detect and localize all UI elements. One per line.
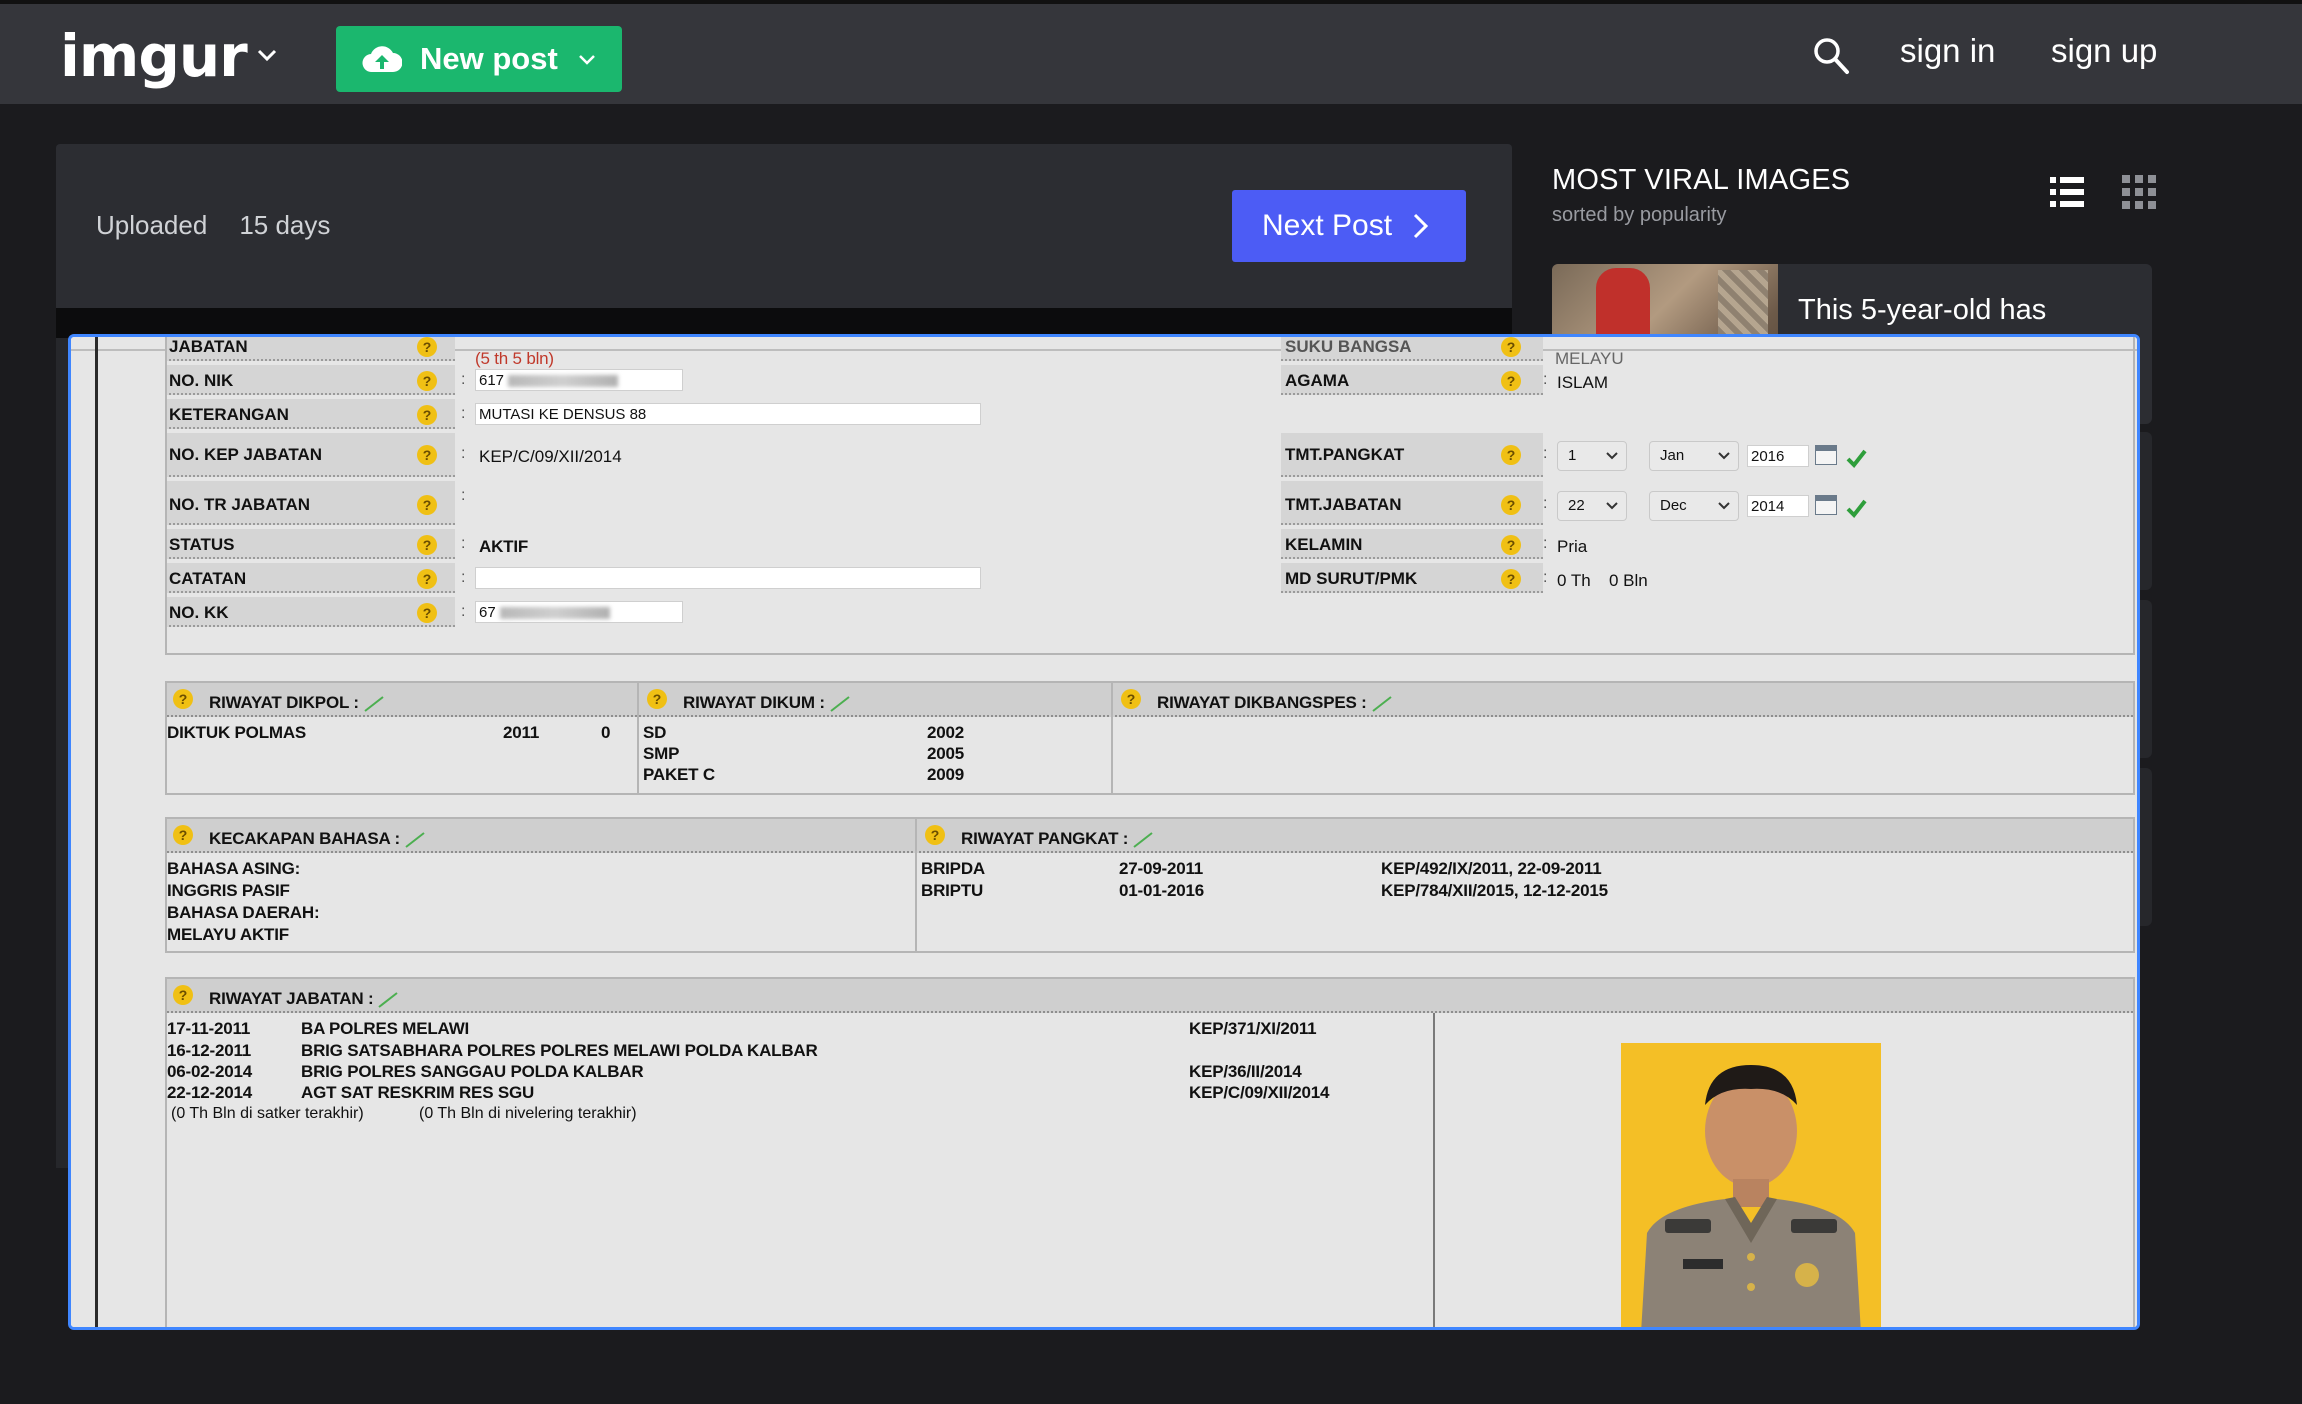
help-icon: ? [1121, 689, 1141, 709]
column-divider [915, 817, 917, 953]
upload-info: Uploaded 15 days [96, 210, 330, 241]
cloud-upload-icon [362, 46, 402, 73]
dikum-year: 2005 [927, 744, 965, 763]
column-divider [1111, 681, 1113, 795]
jabatan-position: BA POLRES MELAWI [301, 1019, 470, 1038]
thumbnail-object [1718, 270, 1768, 334]
grid-view-icon[interactable] [2122, 175, 2156, 209]
section-title: KECAKAPAN BAHASA : [209, 829, 426, 849]
search-icon[interactable] [1812, 36, 1850, 76]
chevron-down-icon[interactable] [576, 48, 598, 70]
pencil-icon[interactable] [363, 695, 385, 712]
pangkat-kep: KEP/784/XII/2015, 12-12-2015 [1381, 881, 1608, 900]
nivelering-note: (0 Th Bln di nivelering terakhir) [419, 1105, 637, 1122]
bahasa-line: BAHASA DAERAH: [167, 903, 320, 922]
pangkat-rank: BRIPDA [921, 859, 985, 878]
list-view-icon[interactable] [2050, 175, 2084, 209]
new-post-button[interactable]: New post [336, 26, 622, 92]
next-post-button[interactable]: Next Post [1232, 190, 1466, 262]
jabatan-date: 16-12-2011 [167, 1041, 252, 1060]
officer-photo [1621, 1043, 1881, 1327]
section-title: RIWAYAT JABATAN : [209, 989, 399, 1009]
section-title: RIWAYAT DIKUM : [683, 693, 851, 713]
uploaded-label: Uploaded [96, 210, 208, 240]
sidebar-subtitle: sorted by popularity [1552, 204, 1727, 226]
dikum-name: PAKET C [643, 765, 715, 784]
officer-photo-drawing [1641, 1065, 1861, 1327]
new-post-label: New post [420, 41, 558, 76]
jabatan-date: 22-12-2014 [167, 1083, 252, 1102]
bahasa-line: INGGRIS PASIF [167, 881, 290, 900]
section-title: RIWAYAT DIKBANGSPES : [1157, 693, 1393, 713]
jabatan-kep: KEP/36/II/2014 [1189, 1062, 1302, 1081]
top-bar: imgur New post sign in sign up [0, 0, 2302, 104]
satker-note: (0 Th Bln di satker terakhir) [171, 1105, 364, 1122]
jabatan-kep: KEP/C/09/XII/2014 [1189, 1083, 1330, 1102]
jabatan-position: AGT SAT RESKRIM RES SGU [301, 1083, 535, 1102]
chevron-down-icon[interactable] [254, 42, 280, 68]
jabatan-date: 06-02-2014 [167, 1062, 252, 1081]
dikum-year: 2009 [927, 765, 965, 784]
sign-up-link[interactable]: sign up [2051, 32, 2157, 70]
help-icon: ? [173, 985, 193, 1005]
pencil-icon[interactable] [829, 695, 851, 712]
bahasa-title: KECAKAPAN BAHASA : [209, 829, 400, 848]
pencil-icon[interactable] [377, 991, 399, 1008]
dikum-name: SD [643, 723, 667, 742]
jabatan-title: RIWAYAT JABATAN : [209, 989, 374, 1008]
pangkat-title: RIWAYAT PANGKAT : [961, 829, 1129, 848]
section-title: RIWAYAT DIKPOL : [209, 693, 385, 713]
next-post-label: Next Post [1262, 209, 1393, 242]
education-header [167, 683, 2133, 717]
sidebar-title: MOST VIRAL IMAGES [1552, 164, 1851, 196]
help-icon: ? [173, 689, 193, 709]
chevron-right-icon [1414, 213, 1429, 239]
pencil-icon[interactable] [404, 831, 426, 848]
column-divider [1433, 1013, 1435, 1327]
help-icon: ? [173, 825, 193, 845]
pangkat-rank: BRIPTU [921, 881, 984, 900]
uploaded-ago: 15 days [239, 210, 331, 240]
sign-in-link[interactable]: sign in [1900, 32, 1995, 70]
jabatan-position: BRIG POLRES SANGGAU POLDA KALBAR [301, 1062, 644, 1081]
dikpol-year: 2011 [503, 723, 540, 742]
doc-border [95, 337, 98, 1327]
profile-section [165, 337, 2135, 655]
bahasa-line: BAHASA ASING: [167, 859, 301, 878]
help-icon: ? [647, 689, 667, 709]
pangkat-date: 27-09-2011 [1119, 859, 1204, 878]
personnel-document-image: JABATAN ? (5 th 5 bln) NO. NIK ? : 617 K… [71, 337, 2137, 1327]
column-divider [637, 681, 639, 795]
pencil-icon[interactable] [1132, 831, 1154, 848]
image-lightbox[interactable]: JABATAN ? (5 th 5 bln) NO. NIK ? : 617 K… [68, 334, 2140, 1330]
dikum-year: 2002 [927, 723, 965, 742]
jabatan-date: 17-11-2011 [167, 1019, 251, 1038]
dikum-name: SMP [643, 744, 680, 763]
pangkat-date: 01-01-2016 [1119, 881, 1204, 900]
dikum-title: RIWAYAT DIKUM : [683, 693, 825, 712]
imgur-logo[interactable]: imgur [60, 24, 248, 88]
pangkat-kep: KEP/492/IX/2011, 22-09-2011 [1381, 859, 1602, 878]
bahasa-line: MELAYU AKTIF [167, 925, 289, 944]
dikpol-title: RIWAYAT DIKPOL : [209, 693, 359, 712]
jabatan-kep: KEP/371/XI/2011 [1189, 1019, 1317, 1038]
post-header: Uploaded 15 days Next Post [56, 144, 1512, 308]
pencil-icon[interactable] [1371, 695, 1393, 712]
position-history-header [167, 979, 2133, 1013]
dikpol-num: 0 [601, 723, 611, 742]
section-title: RIWAYAT PANGKAT : [961, 829, 1154, 849]
viral-post-title[interactable]: This 5-year-old has [1798, 290, 2138, 330]
dikpol-name: DIKTUK POLMAS [167, 723, 307, 742]
dikbangspes-title: RIWAYAT DIKBANGSPES : [1157, 693, 1367, 712]
jabatan-position: BRIG SATSABHARA POLRES POLRES MELAWI POL… [301, 1041, 818, 1060]
help-icon: ? [925, 825, 945, 845]
